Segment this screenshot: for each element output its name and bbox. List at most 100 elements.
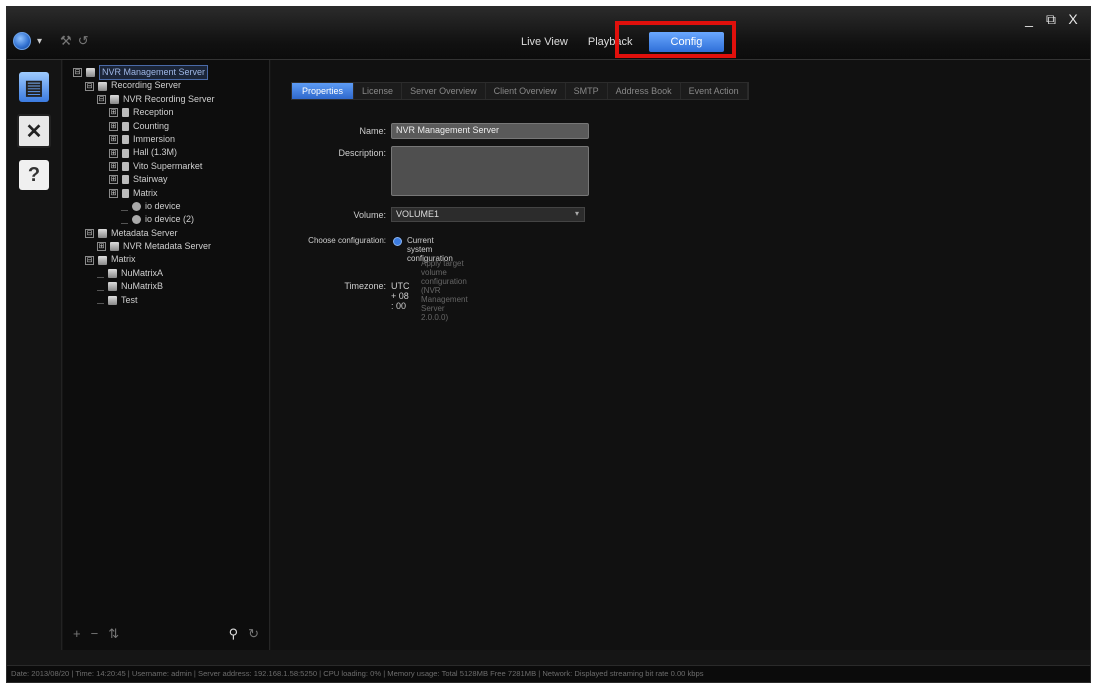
tools-icon[interactable]: ✕ <box>17 114 51 148</box>
camera-icon <box>122 161 129 171</box>
tab-server-overview[interactable]: Server Overview <box>402 83 486 99</box>
close-button[interactable]: X <box>1066 11 1080 28</box>
tree-connector <box>97 270 104 278</box>
tab-live-view[interactable]: Live View <box>511 32 578 52</box>
tree-toolbar: + − ⇅ ⚲ ↻ <box>73 626 259 642</box>
tree-node[interactable]: ⊟ NVR Management Server <box>63 65 269 81</box>
config-subtabs: Properties License Server Overview Clien… <box>291 82 749 100</box>
tree-node[interactable]: ⊟ NVR Recording Server <box>63 93 269 106</box>
camera-icon <box>122 175 129 185</box>
tab-client-overview[interactable]: Client Overview <box>486 83 566 99</box>
camera-icon <box>122 121 129 131</box>
tree-node-label: Counting <box>133 120 170 131</box>
server-node-icon <box>86 68 95 78</box>
config-highlight-box <box>615 21 736 58</box>
expand-toggle-icon[interactable]: ⊞ <box>97 242 106 252</box>
expand-toggle-icon[interactable]: ⊟ <box>97 94 106 104</box>
tree-node[interactable]: ⊞ Stairway <box>63 173 269 186</box>
current-config-radio[interactable] <box>393 237 402 246</box>
tree-connector <box>121 216 128 224</box>
help-icon[interactable]: ? <box>19 160 49 190</box>
expand-toggle-icon[interactable]: ⊞ <box>109 188 118 198</box>
tree-node-label: Test <box>121 294 138 305</box>
apply-volume-note: Apply target volume configuration (NVR M… <box>421 259 468 322</box>
expand-toggle-icon[interactable]: ⊞ <box>109 175 118 185</box>
tree-node[interactable]: ⊟ Matrix <box>63 253 269 266</box>
tree-node[interactable]: ⊟ Recording Server <box>63 79 269 92</box>
add-icon[interactable]: + <box>73 626 81 642</box>
expand-toggle-icon[interactable]: ⊞ <box>109 148 118 158</box>
tree-node[interactable]: ⊞ Immersion <box>63 133 269 146</box>
server-node-icon <box>108 282 117 292</box>
expand-toggle-icon[interactable]: ⊞ <box>109 108 118 118</box>
tree-node-label: NVR Recording Server <box>123 93 215 104</box>
expand-toggle-icon[interactable]: ⊟ <box>73 68 82 78</box>
tree-node-label: Immersion <box>133 133 176 144</box>
expand-toggle-icon[interactable]: ⊟ <box>85 228 94 238</box>
wrench-icon[interactable]: ⚒ <box>60 33 72 49</box>
top-bar: ▾ ⚒ ↺ Live View Playback Config _ ⧉ X <box>7 7 1090 60</box>
sort-icon[interactable]: ⇅ <box>108 626 119 642</box>
tree-node[interactable]: NuMatrixB <box>63 280 269 293</box>
server-node-icon <box>108 269 117 279</box>
server-icon[interactable]: ▤ <box>19 72 49 102</box>
expand-toggle-icon[interactable]: ⊞ <box>109 135 118 145</box>
timezone-value: UTC + 08 : 00 <box>391 281 410 311</box>
tree-connector <box>97 283 104 291</box>
globe-icon[interactable] <box>13 32 31 50</box>
io-device-icon <box>132 215 141 225</box>
tree-node[interactable]: ⊟ Metadata Server <box>63 227 269 240</box>
remove-icon[interactable]: − <box>91 626 99 642</box>
app-menu[interactable]: ▾ ⚒ ↺ <box>13 32 89 50</box>
search-icon[interactable]: ⚲ <box>229 626 239 642</box>
tree-node[interactable]: ⊞ NVR Metadata Server <box>63 240 269 253</box>
tree-node-label: Vito Supermarket <box>133 160 203 171</box>
tree-node[interactable]: io device <box>63 200 269 213</box>
tab-address-book[interactable]: Address Book <box>608 83 681 99</box>
io-device-icon <box>132 202 141 212</box>
tree-node-label: NuMatrixB <box>121 281 164 292</box>
tree-node[interactable]: ⊞ Vito Supermarket <box>63 160 269 173</box>
minimize-button[interactable]: _ <box>1022 11 1036 28</box>
volume-value: VOLUME1 <box>396 209 440 219</box>
camera-icon <box>122 148 129 158</box>
tree-node[interactable]: Test <box>63 294 269 307</box>
tree-node[interactable]: ⊞ Hall (1.3M) <box>63 146 269 159</box>
choose-config-label: Choose configuration: <box>308 236 386 245</box>
tree-node-label: Stairway <box>133 174 168 185</box>
expand-toggle-icon[interactable]: ⊟ <box>85 255 94 265</box>
undo-icon[interactable]: ↺ <box>78 33 89 49</box>
tree-node-label: Metadata Server <box>111 227 178 238</box>
chevron-down-icon[interactable]: ▾ <box>37 36 42 47</box>
tree-node-label: NVR Metadata Server <box>123 241 212 252</box>
expand-toggle-icon[interactable]: ⊞ <box>109 121 118 131</box>
expand-toggle-icon[interactable]: ⊞ <box>109 161 118 171</box>
name-label: Name: <box>359 126 386 136</box>
tree-connector <box>121 203 128 211</box>
expand-toggle-icon[interactable]: ⊟ <box>85 81 94 91</box>
server-node-icon <box>110 94 119 104</box>
refresh-icon[interactable]: ↻ <box>248 626 259 642</box>
tree-node-label: Recording Server <box>111 80 182 91</box>
volume-label: Volume: <box>353 210 386 220</box>
toolbar-tools: ⚒ ↺ <box>60 33 89 49</box>
volume-select[interactable]: VOLUME1 ▾ <box>391 207 585 222</box>
tab-license[interactable]: License <box>354 83 403 99</box>
timezone-label: Timezone: <box>344 281 386 291</box>
camera-icon <box>122 108 129 118</box>
restore-button[interactable]: ⧉ <box>1044 11 1058 28</box>
description-field[interactable] <box>391 146 589 196</box>
tab-event-action[interactable]: Event Action <box>681 83 748 99</box>
tree-node[interactable]: ⊞ Reception <box>63 106 269 119</box>
tree-node[interactable]: ⊞ Matrix <box>63 187 269 200</box>
tree-node[interactable]: io device (2) <box>63 213 269 226</box>
tab-smtp[interactable]: SMTP <box>566 83 608 99</box>
name-field[interactable]: NVR Management Server <box>391 123 589 139</box>
tree-connector <box>97 296 104 305</box>
tree-node-label: Hall (1.3M) <box>133 147 178 158</box>
tree-node[interactable]: NuMatrixA <box>63 267 269 280</box>
config-main-area: Properties License Server Overview Clien… <box>271 60 1090 650</box>
left-icon-column: ▤ ✕ ? <box>7 60 62 650</box>
tree-node[interactable]: ⊞ Counting <box>63 120 269 133</box>
tab-properties[interactable]: Properties <box>292 83 355 99</box>
